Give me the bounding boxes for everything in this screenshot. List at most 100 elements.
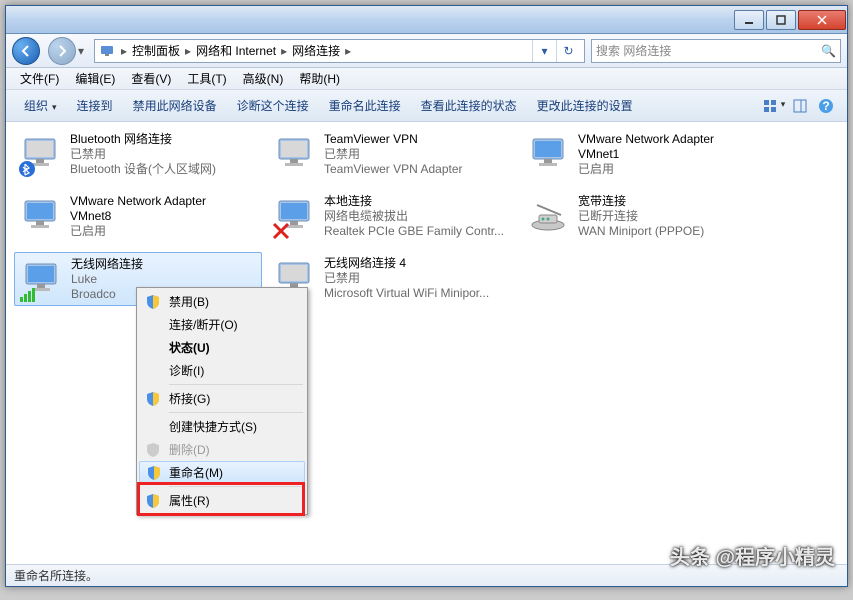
separator: [169, 412, 303, 413]
adapter-icon: [526, 130, 574, 178]
help-icon[interactable]: ?: [813, 98, 839, 114]
adapter-icon: [18, 130, 66, 178]
item-title2: VMnet8: [70, 209, 258, 224]
context-bridge[interactable]: 桥接(G): [139, 387, 305, 410]
adapter-icon: [272, 192, 320, 240]
change-settings-button[interactable]: 更改此连接的设置: [527, 97, 643, 114]
preview-pane-icon[interactable]: [787, 99, 813, 113]
context-shortcut[interactable]: 创建快捷方式(S): [139, 415, 305, 438]
forward-button[interactable]: [48, 37, 76, 65]
adapter-icon: [19, 255, 67, 303]
shield-icon: [145, 391, 161, 407]
breadcrumb[interactable]: 控制面板: [129, 42, 183, 59]
item-title: 无线网络连接 4: [324, 256, 512, 271]
connection-vmnet1[interactable]: VMware Network AdapterVMnet1已启用: [522, 128, 770, 182]
menu-tools[interactable]: 工具(T): [179, 70, 234, 87]
context-label: 诊断(I): [169, 362, 204, 379]
adapter-icon: [272, 130, 320, 178]
chevron-right-icon: ▸: [119, 44, 129, 58]
item-title: VMware Network Adapter: [70, 194, 258, 209]
diagnose-button[interactable]: 诊断这个连接: [227, 97, 319, 114]
item-device: Microsoft Virtual WiFi Minipor...: [324, 286, 512, 301]
signal-badge-icon: [19, 285, 37, 303]
menu-view[interactable]: 查看(V): [123, 70, 179, 87]
watermark: 头条 @程序小精灵: [670, 541, 835, 570]
context-label: 重命名(M): [169, 464, 223, 481]
breadcrumb[interactable]: 网络和 Internet: [193, 42, 279, 59]
rename-button[interactable]: 重命名此连接: [319, 97, 411, 114]
connection-teamviewer[interactable]: TeamViewer VPN已禁用TeamViewer VPN Adapter: [268, 128, 516, 182]
item-device: Bluetooth 设备(个人区域网): [70, 162, 258, 177]
menu-advanced[interactable]: 高级(N): [235, 70, 292, 87]
item-device: Realtek PCIe GBE Family Contr...: [324, 224, 512, 239]
context-disable[interactable]: 禁用(B): [139, 290, 305, 313]
context-label: 创建快捷方式(S): [169, 418, 257, 435]
shield-icon: [145, 294, 161, 310]
toolbar: 组织 连接到 禁用此网络设备 诊断这个连接 重命名此连接 查看此连接的状态 更改…: [6, 90, 847, 122]
adapter-icon: [18, 192, 66, 240]
item-device: TeamViewer VPN Adapter: [324, 162, 512, 177]
chevron-right-icon: ▸: [343, 44, 353, 58]
context-properties[interactable]: 属性(R): [139, 489, 305, 512]
item-status: 已禁用: [70, 147, 258, 162]
connection-local[interactable]: 本地连接网络电缆被拔出Realtek PCIe GBE Family Contr…: [268, 190, 516, 244]
item-title: VMware Network Adapter: [578, 132, 766, 147]
context-menu: 禁用(B) 连接/断开(O) 状态(U) 诊断(I) 桥接(G) 创建快捷方式(…: [136, 287, 308, 515]
item-title: Bluetooth 网络连接: [70, 132, 258, 147]
breadcrumb[interactable]: 网络连接: [289, 42, 343, 59]
error-badge-icon: [272, 222, 290, 240]
chevron-right-icon: ▸: [279, 44, 289, 58]
network-icon: [99, 43, 115, 59]
shield-icon: [145, 493, 161, 509]
shield-icon: [145, 442, 161, 458]
bluetooth-badge-icon: [18, 160, 36, 178]
context-label: 属性(R): [169, 492, 210, 509]
chevron-right-icon: ▸: [183, 44, 193, 58]
svg-text:?: ?: [822, 99, 829, 113]
item-status: Luke: [71, 272, 257, 287]
context-label: 桥接(G): [169, 390, 210, 407]
shield-icon: [146, 465, 162, 481]
connection-broadband[interactable]: 宽带连接已断开连接WAN Miniport (PPPOE): [522, 190, 770, 244]
item-title: 本地连接: [324, 194, 512, 209]
content-area: Bluetooth 网络连接已禁用Bluetooth 设备(个人区域网) Tea…: [6, 122, 847, 564]
item-status: 已禁用: [324, 271, 512, 286]
organize-button[interactable]: 组织: [14, 97, 67, 114]
minimize-button[interactable]: [734, 10, 764, 30]
connect-to-button[interactable]: 连接到: [67, 97, 123, 114]
context-diagnose[interactable]: 诊断(I): [139, 359, 305, 382]
address-bar[interactable]: ▸ 控制面板 ▸ 网络和 Internet ▸ 网络连接 ▸ ▾ ↻: [94, 39, 585, 63]
disable-device-button[interactable]: 禁用此网络设备: [123, 97, 227, 114]
menu-edit[interactable]: 编辑(E): [67, 70, 123, 87]
history-dropdown[interactable]: ▾: [78, 44, 90, 58]
nav-bar: ▾ ▸ 控制面板 ▸ 网络和 Internet ▸ 网络连接 ▸ ▾ ↻ 搜索 …: [6, 34, 847, 68]
refresh-icon[interactable]: ↻: [556, 40, 580, 62]
context-label: 删除(D): [169, 441, 210, 458]
search-icon: 🔍: [821, 44, 836, 58]
view-status-button[interactable]: 查看此连接的状态: [411, 97, 527, 114]
search-input[interactable]: 搜索 网络连接 🔍: [591, 39, 841, 63]
context-label: 状态(U): [169, 339, 210, 356]
maximize-button[interactable]: [766, 10, 796, 30]
modem-icon: [526, 192, 574, 240]
item-status: 网络电缆被拔出: [324, 209, 512, 224]
context-connect[interactable]: 连接/断开(O): [139, 313, 305, 336]
back-button[interactable]: [12, 37, 40, 65]
titlebar: [6, 6, 847, 34]
item-status: 已启用: [578, 162, 766, 177]
view-mode-icon[interactable]: [761, 99, 787, 113]
context-status[interactable]: 状态(U): [139, 336, 305, 359]
context-rename[interactable]: 重命名(M): [139, 461, 305, 484]
connection-vmnet8[interactable]: VMware Network AdapterVMnet8已启用: [14, 190, 262, 244]
connection-bluetooth[interactable]: Bluetooth 网络连接已禁用Bluetooth 设备(个人区域网): [14, 128, 262, 182]
item-device: WAN Miniport (PPPOE): [578, 224, 766, 239]
explorer-window: ▾ ▸ 控制面板 ▸ 网络和 Internet ▸ 网络连接 ▸ ▾ ↻ 搜索 …: [5, 5, 848, 587]
menu-bar: 文件(F) 编辑(E) 查看(V) 工具(T) 高级(N) 帮助(H): [6, 68, 847, 90]
dropdown-icon[interactable]: ▾: [532, 40, 556, 62]
separator: [169, 384, 303, 385]
item-title: TeamViewer VPN: [324, 132, 512, 147]
menu-help[interactable]: 帮助(H): [291, 70, 348, 87]
status-text: 重命名所连接。: [14, 567, 98, 584]
close-button[interactable]: [798, 10, 846, 30]
menu-file[interactable]: 文件(F): [12, 70, 67, 87]
